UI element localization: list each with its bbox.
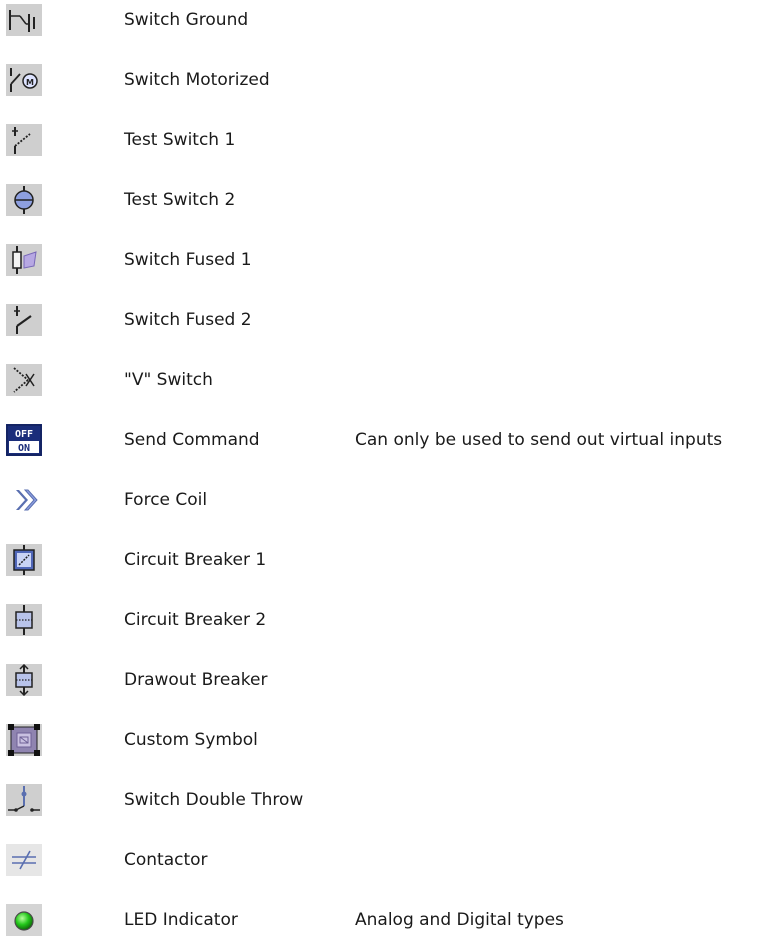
send-command-icon: OFF ON	[6, 424, 42, 456]
circuit-breaker-2-icon	[6, 604, 42, 636]
switch-double-throw-icon	[6, 784, 42, 816]
symbol-label: Test Switch 1	[124, 130, 236, 150]
symbol-row: "V" Switch	[0, 360, 766, 400]
send-command-off-text: OFF	[15, 429, 33, 440]
symbol-row: Contactor	[0, 840, 766, 880]
symbol-note: Analog and Digital types	[355, 910, 564, 930]
symbol-row: Test Switch 2	[0, 180, 766, 220]
circuit-breaker-1-icon	[6, 544, 42, 576]
symbol-label: Drawout Breaker	[124, 670, 268, 690]
test-switch-1-icon	[6, 124, 42, 156]
symbol-label: Switch Double Throw	[124, 790, 304, 810]
test-switch-2-icon	[6, 184, 42, 216]
symbol-label: Send Command	[124, 430, 260, 450]
symbol-label: Switch Fused 1	[124, 250, 252, 270]
led-indicator-icon	[6, 904, 42, 936]
symbol-row: Test Switch 1	[0, 120, 766, 160]
symbol-label: Test Switch 2	[124, 190, 236, 210]
send-command-on-text: ON	[18, 443, 30, 454]
symbol-label: "V" Switch	[124, 370, 213, 390]
force-coil-icon	[6, 484, 42, 516]
custom-symbol-icon	[6, 724, 42, 756]
symbol-row: Drawout Breaker	[0, 660, 766, 700]
symbol-label: Force Coil	[124, 490, 208, 510]
symbol-row: M Switch Motorized	[0, 60, 766, 100]
drawout-breaker-icon	[6, 664, 42, 696]
symbol-label: Switch Ground	[124, 10, 249, 30]
symbol-row: Custom Symbol	[0, 720, 766, 760]
symbol-label: Custom Symbol	[124, 730, 258, 750]
symbol-row: Circuit Breaker 2	[0, 600, 766, 640]
symbol-note: Can only be used to send out virtual inp…	[355, 430, 723, 450]
symbol-row: Switch Fused 1	[0, 240, 766, 280]
symbol-row: LED Indicator Analog and Digital types	[0, 900, 766, 940]
symbol-row: Force Coil	[0, 480, 766, 520]
switch-fused-1-icon	[6, 244, 42, 276]
symbol-label: LED Indicator	[124, 910, 238, 930]
svg-text:M: M	[26, 78, 34, 87]
switch-fused-2-icon	[6, 304, 42, 336]
symbol-label: Switch Motorized	[124, 70, 270, 90]
symbol-label: Switch Fused 2	[124, 310, 252, 330]
symbol-label: Circuit Breaker 2	[124, 610, 267, 630]
v-switch-icon	[6, 364, 42, 396]
symbol-label: Contactor	[124, 850, 208, 870]
contactor-icon	[6, 844, 42, 876]
symbol-row: Switch Ground	[0, 0, 766, 40]
symbol-label: Circuit Breaker 1	[124, 550, 267, 570]
symbol-row: Switch Double Throw	[0, 780, 766, 820]
symbol-row: Switch Fused 2	[0, 300, 766, 340]
symbol-row: OFF ON Send Command Can only be used to …	[0, 420, 766, 460]
switch-motorized-icon: M	[6, 64, 42, 96]
symbol-row: Circuit Breaker 1	[0, 540, 766, 580]
switch-ground-icon	[6, 4, 42, 36]
